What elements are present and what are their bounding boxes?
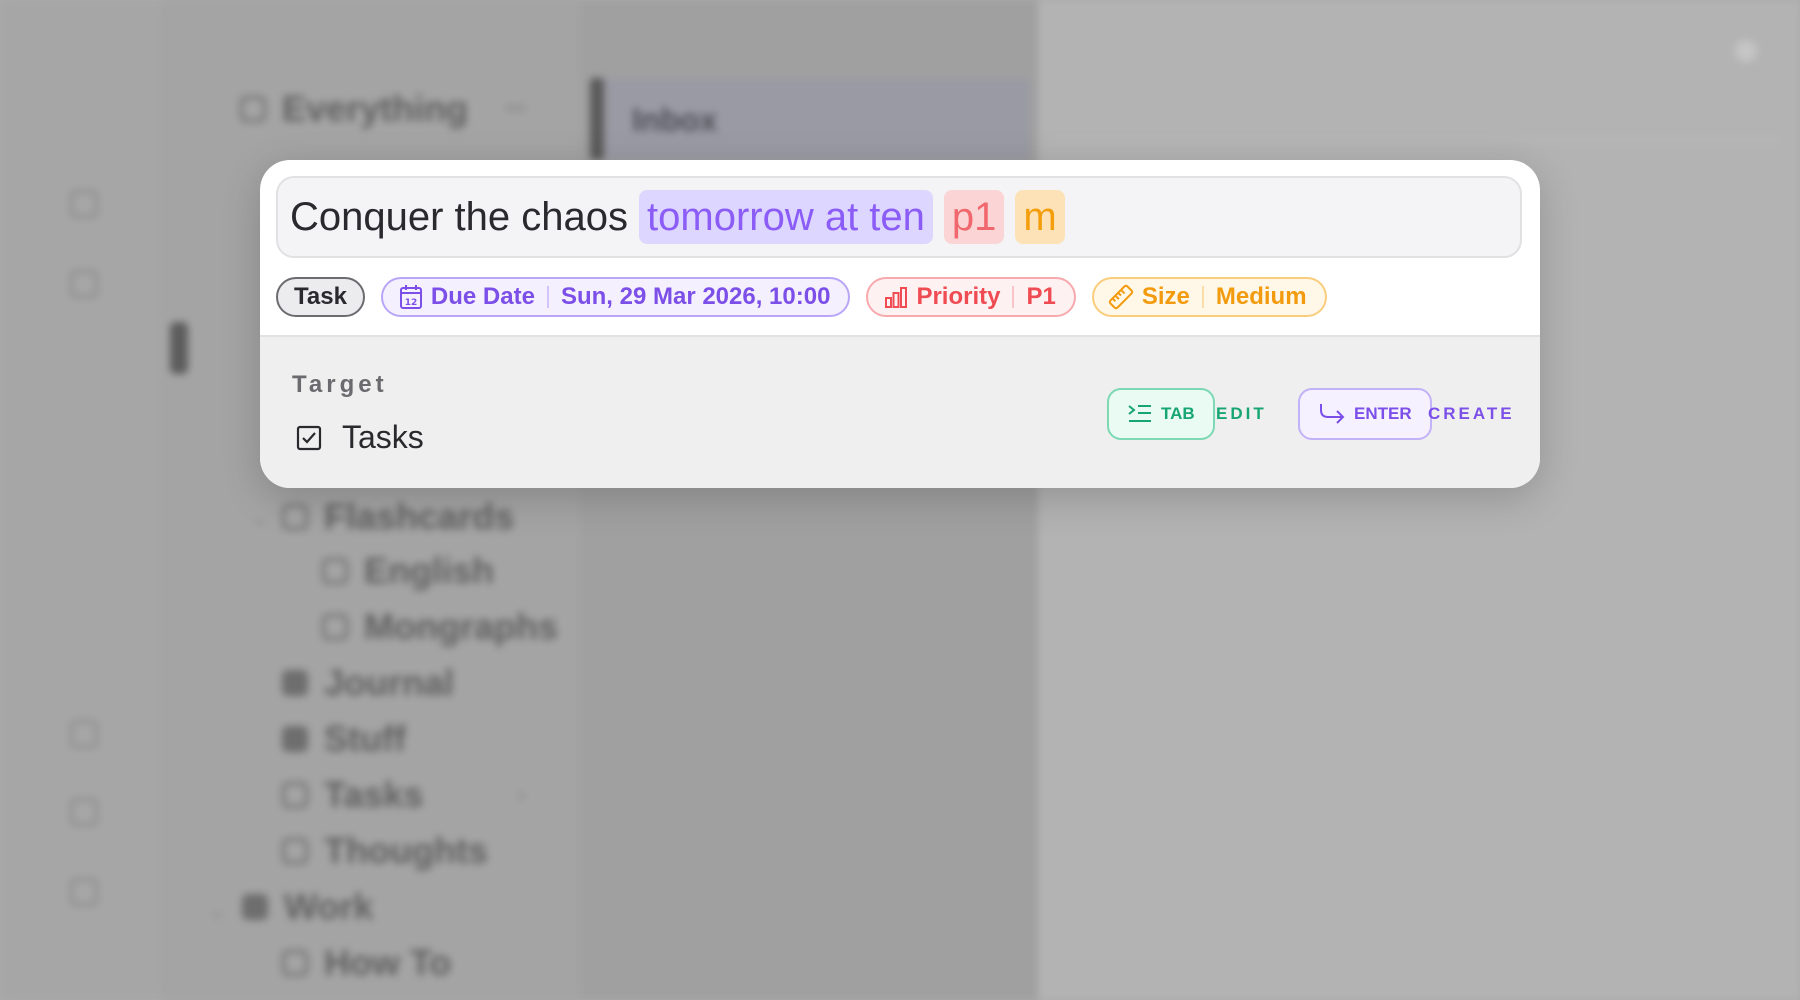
ruler-icon bbox=[1108, 284, 1134, 310]
type-chip[interactable]: Task bbox=[276, 277, 365, 317]
chevron-down-icon: ⌄ bbox=[208, 898, 227, 923]
bar-chart-icon bbox=[885, 287, 908, 308]
rail-help-icon bbox=[70, 878, 98, 906]
rail-calendar-icon bbox=[70, 720, 98, 748]
sidebar-item-flashcards: Flashcards bbox=[282, 496, 514, 538]
priority-label: Priority bbox=[916, 283, 1001, 310]
detail-close-icon bbox=[1735, 40, 1757, 62]
background-list-header: Inbox bbox=[590, 78, 1030, 160]
sidebar-item-work: Work bbox=[242, 886, 373, 928]
due-date-chip[interactable]: 12 Due Date Sun, 29 Mar 2026, 10:00 bbox=[380, 277, 851, 317]
background-icon-rail bbox=[0, 0, 160, 1000]
property-chips: Task 12 Due Date Sun, 29 Mar 2026, 10:00… bbox=[276, 276, 1343, 318]
chip-separator bbox=[1012, 286, 1015, 308]
create-action-label[interactable]: CREATE bbox=[1428, 404, 1515, 424]
sidebar-item-label: Journal bbox=[324, 662, 455, 703]
rail-add-icon bbox=[70, 270, 98, 298]
sidebar-item-icon bbox=[282, 838, 308, 864]
sidebar-selection-indicator bbox=[170, 322, 188, 374]
tab-key-label: TAB bbox=[1161, 404, 1195, 423]
indent-icon bbox=[1128, 405, 1151, 422]
sidebar-item-label: Stuff bbox=[324, 718, 406, 759]
background-detail-pane bbox=[1038, 0, 1800, 1000]
background-list-title: Inbox bbox=[632, 102, 718, 138]
quick-add-input[interactable]: Conquer the chaos tomorrow at ten p1 m bbox=[276, 176, 1522, 258]
size-label: Size bbox=[1141, 283, 1190, 310]
edit-shortcut-button[interactable]: TAB bbox=[1107, 388, 1215, 440]
background-app: Inbox Everything ••• ⌄ Flashcards Englis… bbox=[0, 0, 1800, 1000]
sidebar-item-tasks: Tasks bbox=[282, 774, 423, 816]
sidebar-item-label: Everything bbox=[282, 88, 469, 129]
list-header-accent bbox=[590, 78, 604, 160]
sidebar-item-icon bbox=[322, 558, 348, 584]
sidebar-item-icon bbox=[322, 614, 348, 640]
priority-chip[interactable]: Priority P1 bbox=[866, 277, 1076, 317]
target-name: Tasks bbox=[342, 419, 424, 455]
sidebar-item-english: English bbox=[322, 550, 494, 592]
return-arrow-icon bbox=[1320, 404, 1345, 424]
due-date-value: Sun, 29 Mar 2026, 10:00 bbox=[560, 283, 831, 310]
detail-divider bbox=[1050, 140, 1780, 141]
chip-separator bbox=[546, 286, 549, 308]
size-token[interactable]: m bbox=[1015, 190, 1065, 244]
target-heading: Target bbox=[292, 371, 388, 398]
sidebar-count: • bbox=[518, 786, 526, 808]
sidebar-item-label: Tasks bbox=[324, 774, 424, 815]
sidebar-item-icon bbox=[240, 96, 266, 122]
target-selector[interactable]: Tasks bbox=[296, 419, 424, 456]
date-token[interactable]: tomorrow at ten bbox=[639, 190, 933, 244]
calendar-icon: 12 bbox=[399, 285, 422, 309]
sidebar-item-how-to: How To bbox=[282, 942, 451, 984]
sidebar-item-icon bbox=[282, 726, 308, 752]
checkbox-icon bbox=[296, 425, 322, 450]
sidebar-item-icon bbox=[242, 894, 268, 920]
chevron-down-icon: ⌄ bbox=[250, 505, 269, 530]
due-date-label: Due Date bbox=[430, 283, 535, 310]
sidebar-item-label: English bbox=[364, 550, 495, 591]
sidebar-item-thoughts: Thoughts bbox=[282, 830, 488, 872]
rail-settings-icon bbox=[70, 798, 98, 826]
sidebar-item-everything: Everything bbox=[240, 88, 468, 130]
edit-action-label[interactable]: EDIT bbox=[1216, 404, 1267, 424]
sidebar-item-icon bbox=[282, 504, 308, 530]
sidebar-item-label: How To bbox=[324, 942, 452, 983]
priority-value: P1 bbox=[1026, 283, 1056, 310]
dialog-footer: Target Tasks TAB EDIT ENTER CREATE bbox=[260, 335, 1540, 488]
quick-add-dialog: Conquer the chaos tomorrow at ten p1 m T… bbox=[260, 160, 1540, 488]
sidebar-item-stuff: Stuff bbox=[282, 718, 406, 760]
sidebar-item-icon bbox=[282, 670, 308, 696]
sidebar-item-label: Mongraphs bbox=[364, 606, 558, 647]
sidebar-item-label: Flashcards bbox=[324, 496, 515, 537]
sidebar-item-label: Thoughts bbox=[324, 830, 488, 871]
sidebar-item-icon bbox=[282, 782, 308, 808]
sidebar-item-journal: Journal bbox=[282, 662, 454, 704]
sidebar-count: ••• bbox=[505, 98, 527, 120]
priority-token[interactable]: p1 bbox=[943, 190, 1005, 244]
svg-text:12: 12 bbox=[405, 298, 418, 308]
type-chip-label: Task bbox=[294, 283, 347, 310]
chip-separator bbox=[1201, 286, 1204, 308]
sidebar-item-mongraphs: Mongraphs bbox=[322, 606, 558, 648]
size-chip[interactable]: Size Medium bbox=[1091, 277, 1327, 317]
enter-key-label: ENTER bbox=[1354, 404, 1412, 423]
sidebar-item-label: Work bbox=[284, 886, 374, 927]
input-plain-text: Conquer the chaos bbox=[290, 194, 629, 239]
sidebar-item-icon bbox=[282, 950, 308, 976]
rail-search-icon bbox=[70, 190, 98, 218]
size-value: Medium bbox=[1215, 283, 1307, 310]
create-shortcut-button[interactable]: ENTER bbox=[1298, 388, 1432, 440]
